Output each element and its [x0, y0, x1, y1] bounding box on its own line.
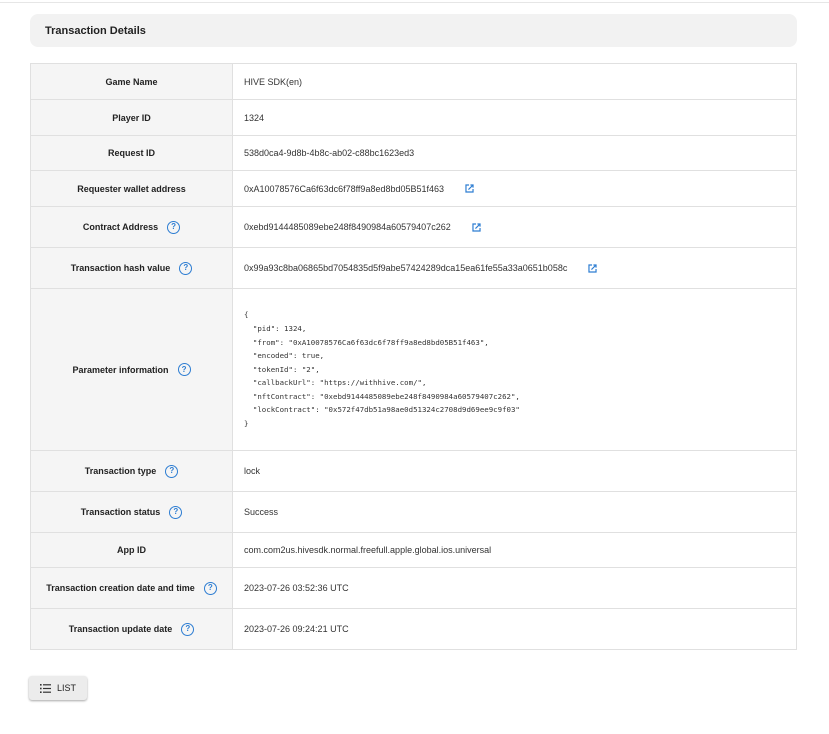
table-row: Transaction type ? lock [31, 451, 796, 492]
value-text: 1324 [244, 112, 265, 123]
label-text: Parameter information [72, 364, 169, 375]
row-label-transaction-status: Transaction status ? [31, 492, 233, 532]
help-icon[interactable]: ? [177, 363, 191, 376]
row-label-transaction-type: Transaction type ? [31, 451, 233, 491]
top-divider [0, 2, 829, 3]
help-icon[interactable]: ? [179, 261, 193, 275]
table-row: Request ID 538d0ca4-9d8b-4b8c-ab02-c88bc… [31, 136, 796, 171]
help-icon[interactable]: ? [167, 220, 181, 234]
row-label-player-id: Player ID [31, 100, 233, 135]
table-row: Contract Address ? 0xebd9144485089ebe248… [31, 207, 796, 248]
value-text: 0xebd9144485089ebe248f8490984a60579407c2… [244, 222, 451, 232]
value-text: 0x99a93c8ba06865bd7054835d5f9abe57424289… [244, 263, 568, 273]
label-text: Transaction status [80, 507, 161, 517]
value-text: 0xA10078576Ca6f63dc6f78ff9a8ed8bd05B51f4… [244, 183, 445, 194]
row-label-request-id: Request ID [31, 136, 233, 170]
list-icon [39, 683, 51, 693]
table-row: Transaction status ? Success [31, 492, 796, 533]
label-text: Player ID [112, 112, 151, 123]
help-icon[interactable]: ? [169, 505, 183, 519]
row-label-wallet-address: Requester wallet address [31, 171, 233, 206]
help-icon[interactable]: ? [181, 622, 195, 636]
row-value-creation-date: 2023-07-26 03:52:36 UTC [233, 568, 796, 608]
help-icon[interactable]: ? [165, 464, 179, 478]
row-label-transaction-hash: Transaction hash value ? [31, 248, 233, 288]
table-row: Player ID 1324 [31, 100, 796, 136]
row-value-transaction-hash: 0x99a93c8ba06865bd7054835d5f9abe57424289… [233, 248, 796, 288]
open-in-new-icon[interactable] [587, 263, 598, 274]
row-value-transaction-type: lock [233, 451, 796, 491]
label-text: Request ID [107, 148, 155, 158]
row-value-game-name: HIVE SDK(en) [233, 64, 796, 99]
row-value-contract-address: 0xebd9144485089ebe248f8490984a60579407c2… [233, 207, 796, 247]
row-value-player-id: 1324 [233, 100, 796, 135]
label-text: Contract Address [82, 222, 159, 232]
value-text: 2023-07-26 09:24:21 UTC [244, 624, 349, 634]
details-table: Game Name HIVE SDK(en) Player ID 1324 Re… [30, 63, 797, 650]
help-icon[interactable]: ? [203, 581, 217, 595]
value-text: Success [244, 507, 279, 517]
label-text: Transaction hash value [70, 263, 171, 273]
row-label-contract-address: Contract Address ? [31, 207, 233, 247]
row-value-transaction-status: Success [233, 492, 796, 532]
value-text: com.com2us.hivesdk.normal.freefull.apple… [244, 545, 492, 555]
label-text: Transaction type [84, 466, 157, 476]
section-header: Transaction Details [30, 14, 797, 47]
label-text: Transaction update date [68, 624, 173, 634]
row-value-parameter-information: { "pid": 1324, "from": "0xA10078576Ca6f6… [233, 289, 796, 450]
table-row: Requester wallet address 0xA10078576Ca6f… [31, 171, 796, 207]
value-text: 538d0ca4-9d8b-4b8c-ab02-c88bc1623ed3 [244, 148, 415, 158]
table-row: Transaction creation date and time ? 202… [31, 568, 796, 609]
table-row: App ID com.com2us.hivesdk.normal.freeful… [31, 533, 796, 568]
table-row: Game Name HIVE SDK(en) [31, 64, 796, 100]
label-text: App ID [117, 545, 146, 555]
row-label-app-id: App ID [31, 533, 233, 567]
row-value-wallet-address: 0xA10078576Ca6f63dc6f78ff9a8ed8bd05B51f4… [233, 171, 796, 206]
page-title: Transaction Details [45, 24, 146, 37]
list-button[interactable]: LIST [29, 676, 87, 700]
value-text: 2023-07-26 03:52:36 UTC [244, 583, 349, 593]
parameter-json: { "pid": 1324, "from": "0xA10078576Ca6f6… [244, 310, 520, 429]
table-row: Transaction update date ? 2023-07-26 09:… [31, 609, 796, 650]
value-text: lock [244, 466, 261, 476]
row-label-update-date: Transaction update date ? [31, 609, 233, 649]
table-row: Parameter information ? { "pid": 1324, "… [31, 289, 796, 451]
row-value-app-id: com.com2us.hivesdk.normal.freefull.apple… [233, 533, 796, 567]
label-text: Transaction creation date and time [46, 583, 195, 593]
row-label-parameter-information: Parameter information ? [31, 289, 233, 450]
list-button-label: LIST [56, 683, 76, 693]
label-text: Requester wallet address [77, 183, 186, 194]
row-value-update-date: 2023-07-26 09:24:21 UTC [233, 609, 796, 649]
row-label-game-name: Game Name [31, 64, 233, 99]
open-in-new-icon[interactable] [471, 222, 482, 233]
row-value-request-id: 538d0ca4-9d8b-4b8c-ab02-c88bc1623ed3 [233, 136, 796, 170]
label-text: Game Name [105, 76, 158, 87]
value-text: HIVE SDK(en) [244, 76, 303, 87]
open-in-new-icon[interactable] [464, 183, 475, 194]
row-label-creation-date: Transaction creation date and time ? [31, 568, 233, 608]
table-row: Transaction hash value ? 0x99a93c8ba0686… [31, 248, 796, 289]
